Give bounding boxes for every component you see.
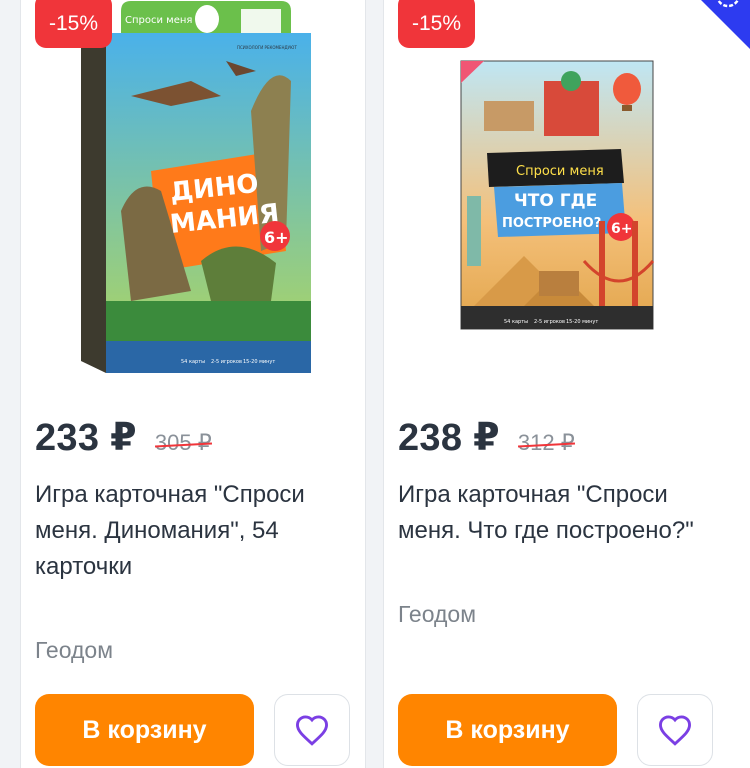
box-info-cards: 54 карты (181, 359, 205, 365)
product-title[interactable]: Игра карточная "Спроси меня. Что где пос… (398, 477, 718, 549)
product-title[interactable]: Игра карточная "Спроси меня. Диномания",… (35, 477, 355, 585)
svg-text:%: % (722, 0, 735, 4)
discount-badge: -15% (35, 0, 113, 48)
price-row: 238 ₽ 312 ₽ (398, 415, 575, 460)
product-brand[interactable]: Геодом (35, 637, 113, 664)
current-price: 238 ₽ (398, 417, 500, 459)
heart-outline-icon (295, 715, 329, 746)
price-row: 233 ₽ 305 ₽ (35, 415, 212, 460)
box-info-time: 15-20 минут (566, 319, 598, 325)
box-age: 6+ (611, 221, 632, 237)
product-card[interactable]: ДИНО МАНИЯ 6+ 54 карты 2-5 игроков 15-20… (20, 0, 366, 768)
box-top-tag: Спроси меня (125, 15, 192, 26)
product-brand[interactable]: Геодом (398, 601, 476, 628)
discount-badge: -15% (398, 0, 476, 48)
box-logo-text: ПСИХОЛОГИ РЕКОМЕНДУЮТ (237, 45, 297, 50)
box-info-time: 15-20 минут (243, 359, 275, 365)
box-info-players: 2-5 игроков (534, 319, 565, 325)
box-info-cards: 54 карты (504, 319, 528, 325)
product-card[interactable]: Спроси меня ЧТО ГДЕ ПОСТРОЕНО? 6+ 54 кар… (383, 0, 750, 768)
favorite-button[interactable] (274, 694, 350, 766)
old-price: 312 ₽ (517, 430, 575, 455)
box-top-tag: Спроси меня (516, 164, 604, 179)
current-price: 233 ₽ (35, 417, 137, 459)
box-title-line2: ПОСТРОЕНО? (502, 216, 601, 231)
old-price: 305 ₽ (154, 430, 212, 455)
add-to-cart-button[interactable]: В корзину (35, 694, 254, 766)
heart-outline-icon (658, 715, 692, 746)
add-to-cart-button[interactable]: В корзину (398, 694, 617, 766)
box-age: 6+ (264, 228, 289, 247)
box-title-line1: ЧТО ГДЕ (514, 191, 597, 211)
discount-badge-icon: % (716, 0, 740, 8)
product-image[interactable]: ДИНО МАНИЯ 6+ 54 карты 2-5 игроков 15-20… (21, 1, 365, 386)
box-info-players: 2-5 игроков (211, 359, 242, 365)
favorite-button[interactable] (637, 694, 713, 766)
